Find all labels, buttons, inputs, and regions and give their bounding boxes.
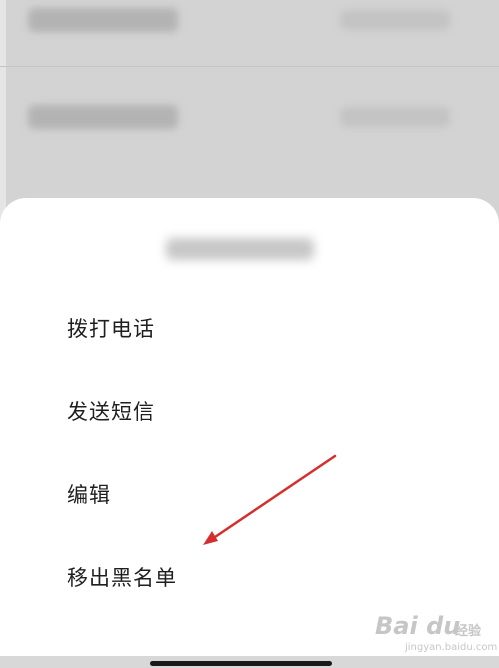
action-sheet: 拨打电话 发送短信 编辑 移出黑名单 [0,198,499,668]
menu-item-label: 拨打电话 [67,317,155,341]
blurred-sheet-title [166,238,314,260]
blurred-list-row[interactable] [0,66,499,163]
blurred-row-title [28,8,178,32]
blurred-list-row[interactable] [0,0,499,66]
menu-item-label: 编辑 [67,483,111,507]
watermark-cn: 经验 [455,624,482,639]
menu-item-label: 发送短信 [67,400,155,424]
blurred-row-title [28,105,178,129]
blurred-row-value [340,10,450,30]
baidu-jingyan-watermark: Bai du 经验 jingyan.baidu.com [375,612,497,658]
menu-item-call[interactable]: 拨打电话 [0,292,499,364]
watermark-logo: Bai du [375,612,461,640]
menu-item-remove-from-blacklist[interactable]: 移出黑名单 [0,541,499,613]
menu-item-send-sms[interactable]: 发送短信 [0,375,499,447]
home-indicator-icon[interactable] [150,661,332,666]
watermark-url: jingyan.baidu.com [405,642,498,653]
blurred-row-value [340,107,450,127]
menu-item-label: 移出黑名单 [67,566,177,590]
menu-item-edit[interactable]: 编辑 [0,458,499,530]
